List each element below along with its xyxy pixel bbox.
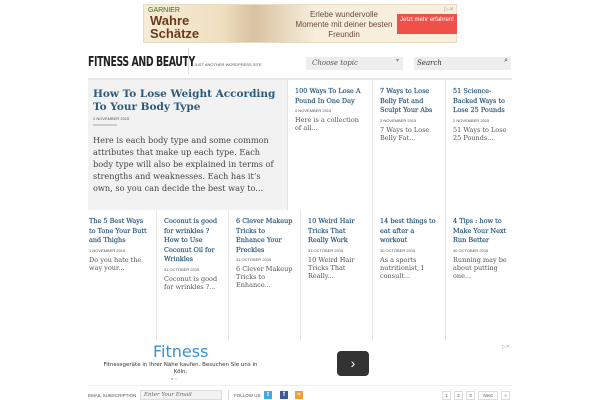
- facebook-icon[interactable]: f: [280, 391, 288, 399]
- carousel-dots[interactable]: ● ○: [171, 376, 177, 381]
- email-input[interactable]: Enter Your Email: [140, 390, 222, 400]
- search-icon[interactable]: ⌕: [504, 57, 508, 65]
- post-card[interactable]: 51 Science-Backed Ways to Lose 25 Pounds…: [445, 80, 515, 210]
- post-date: 2 NOVEMBER 2015: [380, 117, 417, 123]
- ad-cta-button[interactable]: Jetzt mehr erfahren!: [397, 14, 457, 34]
- twitter-icon[interactable]: t: [264, 391, 272, 399]
- site-logo[interactable]: FITNESS AND BEAUTY: [88, 56, 195, 70]
- post-title[interactable]: Coconut is good for wrinkles ? How to Us…: [164, 217, 222, 265]
- post-card[interactable]: 14 best things to eat after a workout 30…: [372, 210, 445, 340]
- post-card[interactable]: The 5 Best Ways to Tone Your Butt and Th…: [82, 210, 156, 340]
- ad-message: Erlebe wundervolle Momente mit deiner be…: [295, 10, 393, 39]
- top-ad-banner[interactable]: GARNIER Wahre Schätze Erlebe wundervolle…: [143, 4, 457, 43]
- post-excerpt: Here is a collection of all...: [295, 116, 359, 132]
- chevron-down-icon: ▾: [395, 58, 399, 64]
- post-excerpt: 7 Ways to Lose Belly Fat...: [380, 125, 430, 142]
- ad-title[interactable]: Fitness: [153, 342, 208, 361]
- post-title[interactable]: 4 Tips : how to Make Your Next Run Bette…: [453, 217, 509, 246]
- post-date: 31 OCTOBER 2015: [236, 257, 272, 262]
- featured-excerpt: Here is each body type and some common a…: [93, 135, 274, 193]
- post-excerpt: 10 Weird Hair Tricks That Really...: [308, 255, 355, 280]
- post-excerpt: 6 Clever Makeup Tricks to Enhance...: [236, 265, 293, 289]
- page-1-link[interactable]: 1: [442, 391, 451, 400]
- post-card[interactable]: 10 Weird Hair Tricks That Really Work 31…: [300, 210, 372, 340]
- email-placeholder: Enter Your Email: [144, 392, 192, 398]
- post-excerpt: Do you hate the way your...: [89, 255, 142, 272]
- featured-post[interactable]: How To Lose Weight According To Your Bod…: [88, 80, 287, 210]
- divider: [93, 124, 117, 126]
- post-date: 31 OCTOBER 2015: [308, 247, 344, 253]
- post-excerpt: As a sports nutritionist, I consult...: [380, 255, 424, 280]
- footer-bar: EMAIL SUBSCRIPTION Enter Your Email FOLL…: [88, 390, 512, 400]
- search-placeholder: Search: [417, 59, 442, 67]
- post-title[interactable]: The 5 Best Ways to Tone Your Butt and Th…: [89, 217, 150, 246]
- last-page-link[interactable]: »: [501, 391, 510, 400]
- post-excerpt: Running may be about putting one...: [453, 255, 507, 280]
- ad-product: Wahre Schätze: [150, 13, 200, 41]
- post-card[interactable]: Coconut is good for wrinkles ? How to Us…: [156, 210, 228, 340]
- post-date: 1 NOVEMBER 2015: [89, 247, 126, 253]
- post-title[interactable]: 7 Ways to Lose Belly Fat and Sculpt Your…: [380, 87, 439, 116]
- post-date: 30 OCTOBER 2015: [453, 247, 489, 253]
- post-title[interactable]: 14 best things to eat after a workout: [380, 217, 439, 246]
- email-subscription-label: EMAIL SUBSCRIPTION: [88, 393, 137, 398]
- featured-date: 2 NOVEMBER 2015: [93, 116, 130, 121]
- ad-next-button[interactable]: ›: [337, 351, 369, 376]
- bottom-ad-banner[interactable]: Fitness Fitnessgeräte in Ihrer Nähe kauf…: [88, 342, 512, 386]
- post-title[interactable]: 51 Science-Backed Ways to Lose 25 Pounds: [453, 87, 509, 116]
- post-date: 2 NOVEMBER 2015: [295, 108, 332, 113]
- post-date: 2 NOVEMBER 2015: [453, 117, 490, 123]
- post-card[interactable]: 7 Ways to Lose Belly Fat and Sculpt Your…: [372, 80, 445, 210]
- footer-divider: [228, 390, 229, 400]
- post-title[interactable]: 100 Ways To Lose A Pound In One Day: [295, 87, 366, 106]
- post-card[interactable]: 6 Clever Makeup Tricks to Enhance Your F…: [228, 210, 300, 340]
- ad-description: Fitnessgeräte in Ihrer Nähe kaufen. Besu…: [103, 362, 258, 375]
- post-excerpt: 51 Ways to Lose 25 Pounds...: [453, 125, 507, 142]
- post-card[interactable]: 100 Ways To Lose A Pound In One Day 2 NO…: [287, 80, 372, 210]
- post-date: 30 OCTOBER 2015: [380, 247, 416, 253]
- follow-us-label: FOLLOW US: [234, 393, 261, 398]
- ad-close-icon[interactable]: ▷✕: [502, 344, 510, 350]
- site-tagline: JUST ANOTHER WORDPRESS SITE: [194, 62, 262, 67]
- page-2-link[interactable]: 2: [454, 391, 463, 400]
- next-page-link[interactable]: Next: [478, 391, 498, 400]
- rss-icon[interactable]: ≈: [295, 391, 303, 399]
- post-excerpt: Coconut is good for wrinkles ?...: [164, 274, 218, 291]
- topic-select-value: Choose topic: [312, 59, 358, 67]
- page-3-link[interactable]: 3: [466, 391, 475, 400]
- ad-close-icon[interactable]: ▷✕: [444, 6, 454, 13]
- topic-select[interactable]: Choose topic ▾: [306, 57, 403, 70]
- header-divider: [188, 48, 189, 74]
- post-date: 31 OCTOBER 2015: [164, 266, 200, 272]
- post-title[interactable]: 10 Weird Hair Tricks That Really Work: [308, 217, 366, 246]
- post-title[interactable]: 6 Clever Makeup Tricks to Enhance Your F…: [236, 217, 294, 255]
- featured-title[interactable]: How To Lose Weight According To Your Bod…: [93, 88, 282, 114]
- post-card[interactable]: 4 Tips : how to Make Your Next Run Bette…: [445, 210, 515, 340]
- search-input[interactable]: Search ⌕: [414, 57, 511, 70]
